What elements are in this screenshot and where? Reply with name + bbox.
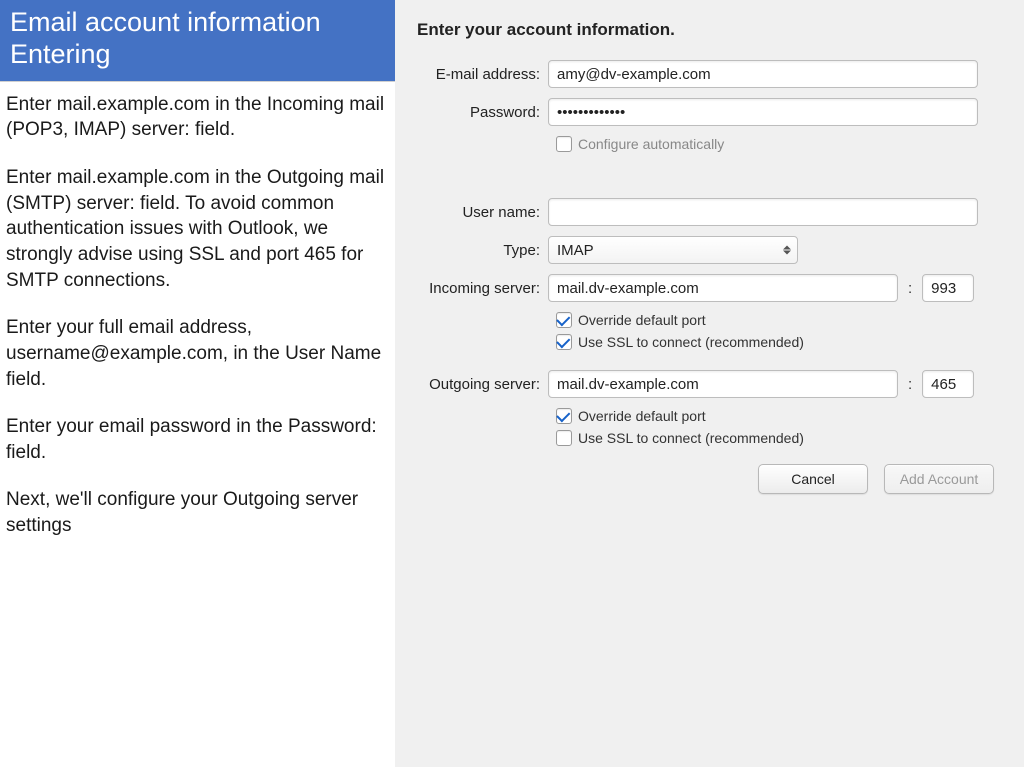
outgoing-ssl-checkbox[interactable] [556, 430, 572, 446]
instruction-p5: Next, we'll configure your Outgoing serv… [6, 487, 389, 538]
add-account-button[interactable]: Add Account [884, 464, 994, 494]
type-label: Type: [413, 242, 548, 259]
configure-auto-checkbox[interactable] [556, 136, 572, 152]
outgoing-ssl-row[interactable]: Use SSL to connect (recommended) [556, 430, 1004, 446]
outgoing-server-input[interactable] [548, 370, 898, 398]
username-input[interactable] [548, 198, 978, 226]
incoming-server-input[interactable] [548, 274, 898, 302]
configure-auto-row[interactable]: Configure automatically [556, 136, 1004, 152]
email-input[interactable] [548, 60, 978, 88]
instruction-p4: Enter your email password in the Passwor… [6, 414, 389, 465]
outgoing-label: Outgoing server: [413, 376, 548, 393]
outgoing-override-label: Override default port [578, 408, 706, 424]
incoming-label: Incoming server: [413, 280, 548, 297]
incoming-port-input[interactable] [922, 274, 974, 302]
incoming-override-checkbox[interactable] [556, 312, 572, 328]
incoming-override-row[interactable]: Override default port [556, 312, 1004, 328]
incoming-ssl-label: Use SSL to connect (recommended) [578, 334, 804, 350]
incoming-override-label: Override default port [578, 312, 706, 328]
password-label: Password: [413, 104, 548, 121]
dialog-heading: Enter your account information. [417, 20, 1004, 40]
account-dialog: Enter your account information. E-mail a… [395, 0, 1024, 767]
incoming-ssl-checkbox[interactable] [556, 334, 572, 350]
outgoing-override-checkbox[interactable] [556, 408, 572, 424]
type-select[interactable]: IMAP [548, 236, 798, 264]
type-value: IMAP [557, 242, 594, 259]
incoming-port-sep: : [904, 280, 916, 297]
username-label: User name: [413, 204, 548, 221]
instruction-p2: Enter mail.example.com in the Outgoing m… [6, 165, 389, 293]
configure-auto-label: Configure automatically [578, 136, 724, 152]
cancel-button[interactable]: Cancel [758, 464, 868, 494]
instruction-p3: Enter your full email address, username@… [6, 315, 389, 392]
outgoing-override-row[interactable]: Override default port [556, 408, 1004, 424]
select-caret-icon [783, 246, 791, 255]
email-label: E-mail address: [413, 66, 548, 83]
panel-title: Email account information Entering [0, 0, 395, 82]
outgoing-port-sep: : [904, 376, 916, 393]
instruction-p1: Enter mail.example.com in the Incoming m… [6, 92, 389, 143]
instructions-panel: Email account information Entering Enter… [0, 0, 395, 767]
outgoing-ssl-label: Use SSL to connect (recommended) [578, 430, 804, 446]
instructions-body: Enter mail.example.com in the Incoming m… [0, 82, 395, 549]
outgoing-port-input[interactable] [922, 370, 974, 398]
password-input[interactable] [548, 98, 978, 126]
incoming-ssl-row[interactable]: Use SSL to connect (recommended) [556, 334, 1004, 350]
